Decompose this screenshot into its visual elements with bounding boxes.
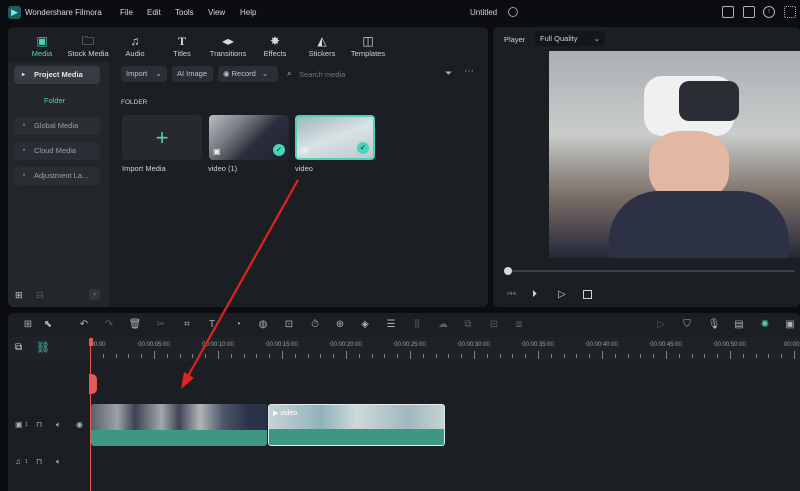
annotation-arrow (181, 179, 299, 389)
